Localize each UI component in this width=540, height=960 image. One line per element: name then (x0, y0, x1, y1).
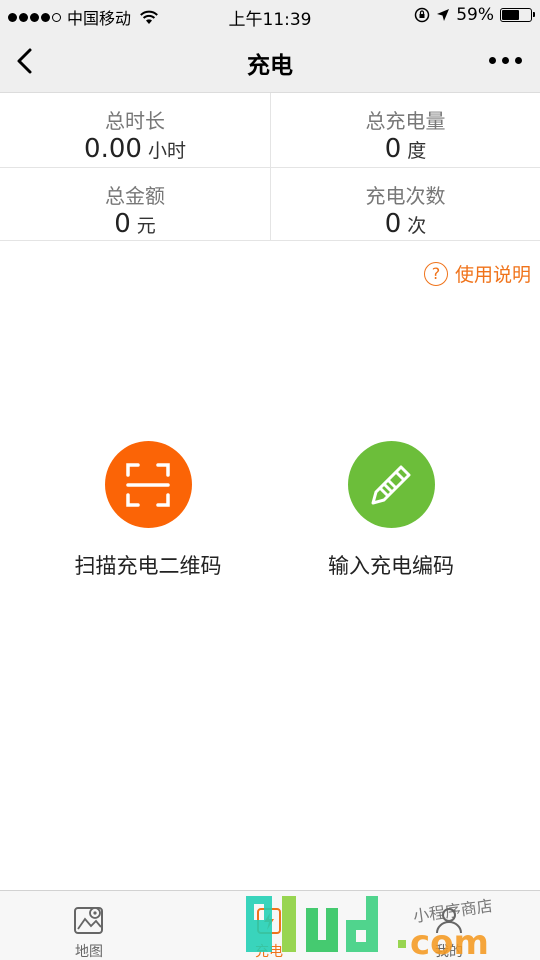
usage-guide-label: 使用说明 (454, 264, 531, 286)
stat-total-amount: 总金额 0元 (0, 167, 270, 241)
stat-number: 0.00 (84, 134, 142, 164)
stat-value: 0.00 小时 (0, 134, 270, 164)
question-circle-icon: ? (423, 261, 448, 286)
scan-icon (126, 462, 170, 507)
stat-label: 总充电量 (365, 109, 446, 133)
stat-label: 总时长 (105, 109, 165, 133)
stat-value: 0元 (0, 209, 270, 239)
more-button[interactable] (489, 57, 522, 64)
usage-guide-link[interactable]: ? 使用说明 (423, 260, 531, 287)
stats-panel: 总时长 0.00 小时 总充电量 0度 总金额 0元 充电次数 0次 (0, 93, 540, 241)
scan-button-circle[interactable] (104, 441, 192, 528)
map-icon (74, 907, 103, 934)
stat-number: 0 (114, 209, 131, 239)
stat-label: 总金额 (105, 184, 165, 208)
battery-percent: 59% (456, 5, 494, 25)
battery-level (502, 10, 519, 20)
input-button-circle[interactable] (347, 441, 435, 528)
stat-total-duration: 总时长 0.00 小时 (0, 93, 270, 167)
tab-me[interactable]: 我的 (404, 903, 494, 960)
stat-total-energy: 总充电量 0度 (270, 93, 540, 167)
tab-bar: 地图 充电 我的 (0, 890, 540, 960)
status-right: 59% (414, 5, 535, 25)
input-code-button[interactable]: 输入充电编码 (276, 441, 506, 580)
tab-map-label: 地图 (75, 944, 103, 960)
stat-unit: 小时 (147, 140, 186, 162)
tab-charge[interactable]: 充电 (224, 903, 314, 960)
stat-value: 0度 (271, 134, 540, 164)
tab-map[interactable]: 地图 (44, 903, 134, 960)
stat-value: 0次 (271, 209, 540, 239)
stat-unit: 元 (136, 215, 156, 237)
scan-qr-button[interactable]: 扫描充电二维码 (33, 441, 263, 580)
stat-number: 0 (384, 209, 402, 239)
stat-charge-count: 充电次数 0次 (270, 167, 540, 241)
charge-icon (257, 908, 281, 934)
rotation-lock-icon (414, 7, 430, 23)
tab-me-label: 我的 (435, 944, 463, 960)
nav-bar: 充电 (0, 30, 540, 93)
more-dots-icon (489, 57, 496, 64)
scan-qr-label: 扫描充电二维码 (74, 554, 222, 578)
stat-label: 充电次数 (365, 184, 446, 208)
location-arrow-icon (437, 9, 450, 21)
stat-unit: 度 (407, 140, 427, 162)
user-icon (436, 908, 462, 934)
tab-charge-label: 充电 (255, 944, 283, 960)
pencil-icon (371, 465, 411, 504)
stat-unit: 次 (407, 215, 427, 237)
status-bar: 中国移动 上午11:39 59% (0, 0, 540, 30)
page-title: 充电 (247, 53, 293, 79)
battery-icon (500, 8, 535, 22)
input-code-label: 输入充电编码 (328, 554, 454, 578)
stat-number: 0 (384, 134, 402, 164)
